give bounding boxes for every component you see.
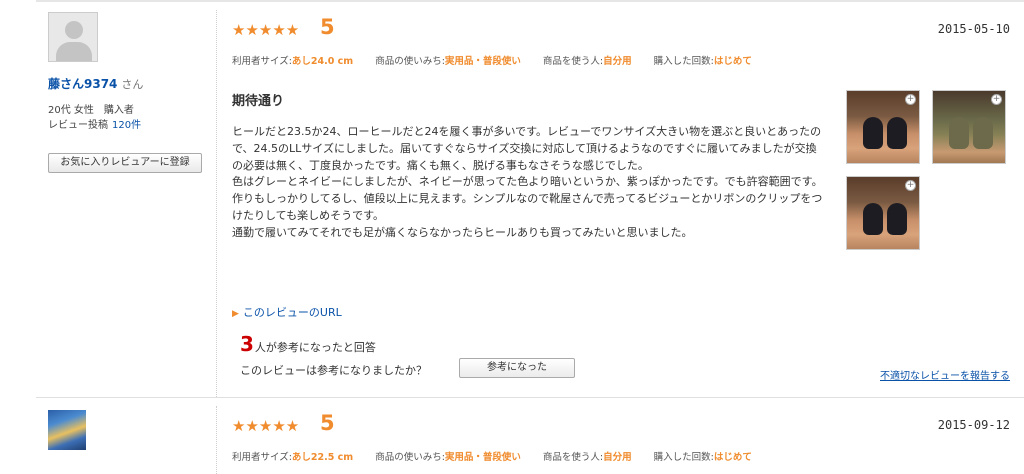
times-value: はじめて bbox=[713, 452, 752, 463]
reviewer-meta: 20代 女性 購入者 レビュー投稿 120件 bbox=[48, 103, 141, 133]
review-body-paragraph: 作りもしっかりしてるし、値段以上に見えます。シンプルなので靴屋さんで売ってるビジ… bbox=[232, 192, 823, 222]
post-count-link[interactable]: 120件 bbox=[112, 120, 141, 131]
review-photo-2[interactable]: + bbox=[932, 90, 1006, 164]
review-body-paragraph: ヒールだと23.5か24、ローヒールだと24を履く事が多いです。レビューでワンサ… bbox=[232, 125, 822, 172]
times-value: はじめて bbox=[713, 56, 752, 67]
times-label: 購入した回数: bbox=[653, 56, 714, 67]
helpful-question: このレビューは参考になりましたか？ bbox=[240, 364, 427, 377]
reviewer-name-link[interactable]: 藤さん9374 bbox=[48, 77, 117, 91]
usage-label: 商品の使いみち: bbox=[375, 56, 445, 67]
review-photo-3[interactable]: + bbox=[846, 176, 920, 250]
honorific: さん bbox=[121, 78, 144, 91]
triangle-bullet-icon: ▶ bbox=[232, 309, 239, 319]
reviewer-demographic: 20代 女性 購入者 bbox=[48, 105, 134, 116]
reviewer-name: 藤さん9374 さん bbox=[48, 75, 143, 92]
review-body-paragraph: 色はグレーとネイビーにしましたが、ネイビーが思ってた色より暗いというか、紫っぽか… bbox=[232, 175, 823, 189]
column-divider bbox=[216, 10, 217, 397]
review-url: ▶ このレビューのURL bbox=[232, 304, 342, 320]
zoom-plus-icon: + bbox=[991, 94, 1002, 105]
review-card: ★★★★★ 5 2015-09-12 利用者サイズ:あし22.5 cm 商品の使い… bbox=[36, 397, 1024, 474]
rating-score: 5 bbox=[320, 15, 335, 39]
column-divider bbox=[216, 406, 217, 474]
size-label: 利用者サイズ: bbox=[232, 56, 292, 67]
reviewer-avatar[interactable] bbox=[48, 410, 86, 450]
review-content: ★★★★★ 5 2015-09-12 利用者サイズ:あし22.5 cm 商品の使い… bbox=[232, 398, 1024, 474]
default-avatar-icon[interactable] bbox=[48, 12, 98, 62]
rating-score: 5 bbox=[320, 411, 335, 435]
review-title: 期待通り bbox=[232, 94, 285, 109]
review-attributes: 利用者サイズ:あし24.0 cm 商品の使いみち:実用品・普段使い 商品を使う人:自… bbox=[232, 53, 752, 67]
user-label: 商品を使う人: bbox=[542, 452, 604, 463]
helpful-number: 3 bbox=[240, 332, 254, 356]
review-date: 2015-09-12 bbox=[937, 418, 1010, 432]
star-rating: ★★★★★ bbox=[232, 21, 300, 39]
review-content: ★★★★★ 5 2015-05-10 利用者サイズ:あし24.0 cm 商品の使い… bbox=[232, 2, 1024, 397]
usage-label: 商品の使いみち: bbox=[375, 452, 445, 463]
review-body-paragraph: 通勤で履いてみてそれでも足が痛くならなかったらヒールありも買ってみたいと思いまし… bbox=[232, 225, 693, 239]
post-count-label: レビュー投稿 bbox=[48, 120, 108, 131]
review-url-link[interactable]: このレビューのURL bbox=[243, 306, 342, 319]
size-value: あし24.0 cm bbox=[291, 56, 354, 67]
review-attributes: 利用者サイズ:あし22.5 cm 商品の使いみち:実用品・普段使い 商品を使う人:自… bbox=[232, 449, 752, 463]
star-rating: ★★★★★ bbox=[232, 417, 300, 435]
usage-value: 実用品・普段使い bbox=[444, 56, 521, 67]
add-favorite-reviewer-button[interactable]: お気に入りレビュアーに登録 bbox=[48, 153, 202, 173]
reviewer-panel bbox=[36, 398, 216, 474]
user-value: 自分用 bbox=[603, 56, 632, 67]
review-body: ヒールだと23.5か24、ローヒールだと24を履く事が多いです。レビューでワンサ… bbox=[232, 124, 824, 242]
helpful-count: 3人が参考になったと回答 bbox=[240, 332, 376, 356]
review-card: 藤さん9374 さん 20代 女性 購入者 レビュー投稿 120件 お気に入りレビュ… bbox=[36, 2, 1024, 397]
helpful-text: 人が参考になったと回答 bbox=[254, 341, 376, 354]
zoom-plus-icon: + bbox=[905, 180, 916, 191]
size-label: 利用者サイズ: bbox=[232, 452, 292, 463]
review-date: 2015-05-10 bbox=[937, 22, 1010, 36]
size-value: あし22.5 cm bbox=[291, 452, 354, 463]
usage-value: 実用品・普段使い bbox=[444, 452, 521, 463]
zoom-plus-icon: + bbox=[905, 94, 916, 105]
review-post-count: レビュー投稿 120件 bbox=[48, 118, 141, 133]
user-value: 自分用 bbox=[603, 452, 632, 463]
helpful-button[interactable]: 参考になった bbox=[459, 358, 575, 378]
report-review-link[interactable]: 不適切なレビューを報告する bbox=[880, 367, 1010, 382]
reviewer-panel: 藤さん9374 さん 20代 女性 購入者 レビュー投稿 120件 お気に入りレビュ… bbox=[36, 2, 216, 397]
review-photo-1[interactable]: + bbox=[846, 90, 920, 164]
times-label: 購入した回数: bbox=[653, 452, 714, 463]
user-label: 商品を使う人: bbox=[542, 56, 604, 67]
